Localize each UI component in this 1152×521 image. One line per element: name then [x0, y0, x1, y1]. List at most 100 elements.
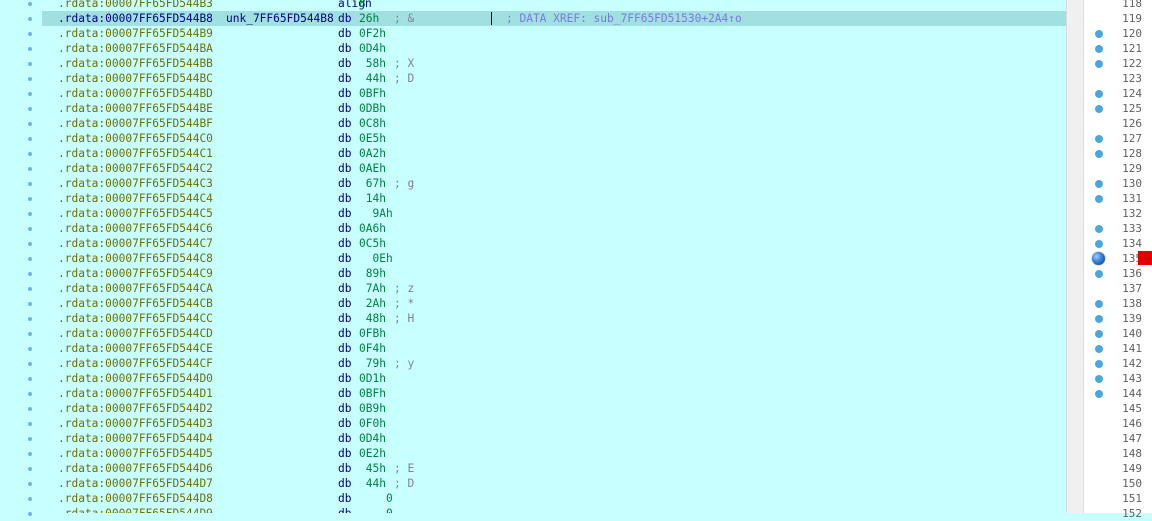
line-dot-icon[interactable]	[1095, 90, 1103, 98]
line-number: 136	[1122, 267, 1142, 280]
line-dot-icon[interactable]	[1095, 135, 1103, 143]
gutter-dot-icon	[28, 272, 32, 276]
address-label: .rdata:00007FF65FD544BD	[58, 87, 213, 100]
listing-line[interactable]: .rdata:00007FF65FD544C8 db 0Eh	[42, 251, 1066, 266]
comment: ; z	[394, 282, 415, 295]
listing-line[interactable]: .rdata:00007FF65FD544BF db 0C8h	[42, 116, 1066, 131]
mnemonic: db	[338, 192, 352, 205]
address-label: .rdata:00007FF65FD544D4	[58, 432, 213, 445]
listing-line[interactable]: .rdata:00007FF65FD544D7 db 44h ; D	[42, 476, 1066, 491]
line-dot-icon[interactable]	[1095, 105, 1103, 113]
listing-line[interactable]: .rdata:00007FF65FD544BD db 0BFh	[42, 86, 1066, 101]
listing-line[interactable]: .rdata:00007FF65FD544C6 db 0A6h	[42, 221, 1066, 236]
address-label: .rdata:00007FF65FD544BF	[58, 117, 213, 130]
gutter-dot-icon	[28, 302, 32, 306]
line-number: 128	[1122, 147, 1142, 160]
listing-line[interactable]: .rdata:00007FF65FD544C4 db 14h	[42, 191, 1066, 206]
gutter-dot-icon	[28, 362, 32, 366]
address-label: .rdata:00007FF65FD544D1	[58, 387, 213, 400]
listing-line[interactable]: .rdata:00007FF65FD544D4 db 0D4h	[42, 431, 1066, 446]
line-dot-icon[interactable]	[1095, 270, 1103, 278]
mnemonic: db	[338, 492, 352, 505]
line-dot-icon[interactable]	[1095, 345, 1103, 353]
disassembly-listing[interactable]: .rdata:00007FF65FD544B3 align 8 .rdata:0000…	[42, 0, 1066, 513]
position-marker[interactable]	[1138, 251, 1152, 265]
line-dot-icon[interactable]	[1095, 30, 1103, 38]
line-number: 140	[1122, 327, 1142, 340]
mnemonic: db	[338, 132, 352, 145]
listing-line[interactable]: .rdata:00007FF65FD544C2 db 0AEh	[42, 161, 1066, 176]
listing-line[interactable]: .rdata:00007FF65FD544D9 db 0	[42, 506, 1066, 513]
line-dot-icon[interactable]	[1095, 150, 1103, 158]
line-number: 127	[1122, 132, 1142, 145]
line-number: 138	[1122, 297, 1142, 310]
operand: 0BFh	[359, 387, 386, 400]
listing-line[interactable]: .rdata:00007FF65FD544CA db 7Ah ; z	[42, 281, 1066, 296]
listing-line[interactable]: .rdata:00007FF65FD544BA db 0D4h	[42, 41, 1066, 56]
listing-line[interactable]: .rdata:00007FF65FD544C9 db 89h	[42, 266, 1066, 281]
listing-line[interactable]: .rdata:00007FF65FD544C5 db 9Ah	[42, 206, 1066, 221]
listing-line[interactable]: .rdata:00007FF65FD544D2 db 0B9h	[42, 401, 1066, 416]
listing-line[interactable]: .rdata:00007FF65FD544CC db 48h ; H	[42, 311, 1066, 326]
line-dot-icon[interactable]	[1095, 225, 1103, 233]
listing-line[interactable]: .rdata:00007FF65FD544BC db 44h ; D	[42, 71, 1066, 86]
address-label: .rdata:00007FF65FD544B8	[58, 12, 213, 25]
mnemonic: db	[338, 207, 352, 220]
line-dot-icon[interactable]	[1095, 330, 1103, 338]
line-dot-icon[interactable]	[1095, 45, 1103, 53]
operand: 0	[359, 506, 393, 513]
listing-line[interactable]: .rdata:00007FF65FD544BB db 58h ; X	[42, 56, 1066, 71]
listing-line[interactable]: .rdata:00007FF65FD544D3 db 0F0h	[42, 416, 1066, 431]
listing-line[interactable]: .rdata:00007FF65FD544CF db 79h ; y	[42, 356, 1066, 371]
listing-line[interactable]: .rdata:00007FF65FD544D5 db 0E2h	[42, 446, 1066, 461]
line-number: 144	[1122, 387, 1142, 400]
operand: 0A2h	[359, 147, 386, 160]
address-label: .rdata:00007FF65FD544C9	[58, 267, 213, 280]
line-dot-icon[interactable]	[1095, 360, 1103, 368]
line-dot-icon[interactable]	[1095, 390, 1103, 398]
line-dot-icon[interactable]	[1095, 375, 1103, 383]
symbol-name: unk_7FF65FD544B8	[226, 12, 334, 25]
listing-line[interactable]: .rdata:00007FF65FD544C7 db 0C5h	[42, 236, 1066, 251]
line-dot-icon[interactable]	[1095, 60, 1103, 68]
gutter-dot-icon	[28, 107, 32, 111]
address-label: .rdata:00007FF65FD544BC	[58, 72, 213, 85]
line-number: 147	[1122, 432, 1142, 445]
listing-line[interactable]: .rdata:00007FF65FD544CB db 2Ah ; *	[42, 296, 1066, 311]
listing-line[interactable]: .rdata:00007FF65FD544CD db 0FBh	[42, 326, 1066, 341]
line-number: 129	[1122, 162, 1142, 175]
gutter-dot-icon	[28, 32, 32, 36]
selected-listing-line[interactable]: .rdata:00007FF65FD544B8 unk_7FF65FD544B8 d…	[42, 11, 1066, 26]
listing-line[interactable]: .rdata:00007FF65FD544C0 db 0E5h	[42, 131, 1066, 146]
listing-line[interactable]: .rdata:00007FF65FD544D6 db 45h ; E	[42, 461, 1066, 476]
address-label: .rdata:00007FF65FD544C2	[58, 162, 213, 175]
mnemonic: db	[338, 12, 352, 25]
listing-line[interactable]: .rdata:00007FF65FD544C3 db 67h ; g	[42, 176, 1066, 191]
line-dot-icon[interactable]	[1095, 240, 1103, 248]
listing-line[interactable]: .rdata:00007FF65FD544BE db 0DBh	[42, 101, 1066, 116]
breakpoint-icon[interactable]	[1092, 252, 1105, 265]
line-dot-icon[interactable]	[1095, 315, 1103, 323]
operand: 8	[359, 0, 366, 10]
gutter-dot-icon	[28, 242, 32, 246]
operand: 67h	[359, 177, 386, 190]
listing-line[interactable]: .rdata:00007FF65FD544C1 db 0A2h	[42, 146, 1066, 161]
line-dot-icon[interactable]	[1095, 300, 1103, 308]
listing-line[interactable]: .rdata:00007FF65FD544B3 align 8	[42, 0, 1066, 11]
line-dot-icon[interactable]	[1095, 180, 1103, 188]
listing-line[interactable]: .rdata:00007FF65FD544CE db 0F4h	[42, 341, 1066, 356]
gutter-dot-icon	[28, 167, 32, 171]
listing-line[interactable]: .rdata:00007FF65FD544D8 db 0	[42, 491, 1066, 506]
line-number: 134	[1122, 237, 1142, 250]
listing-line[interactable]: .rdata:00007FF65FD544D0 db 0D1h	[42, 371, 1066, 386]
address-label: .rdata:00007FF65FD544C1	[58, 147, 213, 160]
line-dot-icon[interactable]	[1095, 195, 1103, 203]
address-label: .rdata:00007FF65FD544BA	[58, 42, 213, 55]
listing-line[interactable]: .rdata:00007FF65FD544B9 db 0F2h	[42, 26, 1066, 41]
address-label: .rdata:00007FF65FD544C5	[58, 207, 213, 220]
listing-line[interactable]: .rdata:00007FF65FD544D1 db 0BFh	[42, 386, 1066, 401]
line-number: 145	[1122, 402, 1142, 415]
comment: ; y	[394, 357, 415, 370]
vertical-scrollbar[interactable]	[1066, 0, 1084, 513]
line-number: 125	[1122, 102, 1142, 115]
